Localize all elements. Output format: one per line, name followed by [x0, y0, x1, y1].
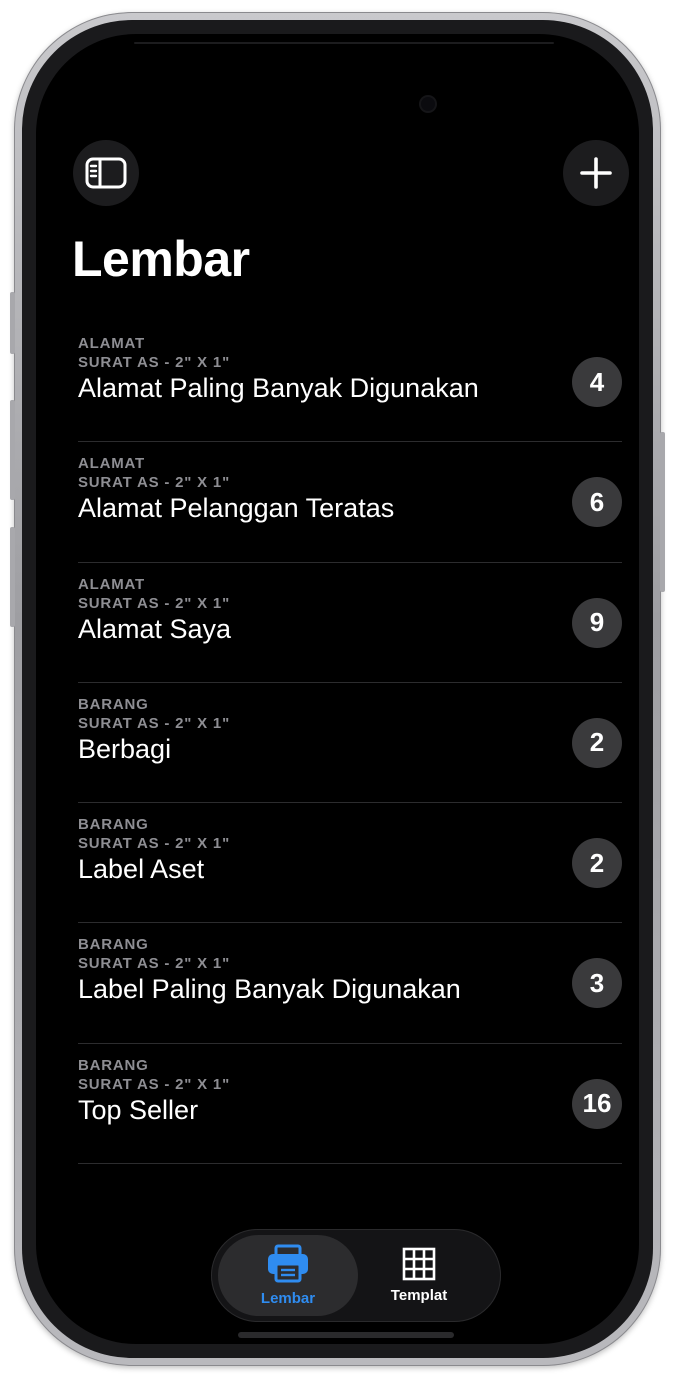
sheet-size: SURAT AS - 2" X 1"	[78, 594, 230, 612]
sheet-count-badge: 6	[572, 477, 622, 528]
action-button	[10, 292, 15, 354]
sheet-name: Berbagi	[78, 733, 172, 764]
sheet-count-badge: 9	[572, 597, 622, 648]
sheet-list: ALAMAT SURAT AS - 2" X 1" Alamat Paling Ba…	[78, 322, 622, 1165]
sheet-name: Alamat Pelanggan Teratas	[78, 493, 395, 524]
sheet-count-badge: 4	[572, 357, 622, 407]
phone-frame: Lembar ALAMAT SURAT AS - 2" X 1" Alamat Pa…	[10, 12, 665, 1366]
sheet-category: ALAMAT	[78, 455, 146, 473]
tab-label: Lembar	[260, 1290, 316, 1307]
sheet-name: Alamat Saya	[78, 613, 232, 644]
volume-up-button	[10, 400, 15, 500]
sheet-count-badge: 2	[572, 838, 622, 889]
sheet-name: Label Paling Banyak Digunakan	[78, 974, 461, 1005]
sheet-size: SURAT AS - 2" X 1"	[78, 835, 230, 853]
sheet-row[interactable]: BARANG SURAT AS - 2" X 1" Label Aset 2	[78, 803, 622, 924]
power-button	[660, 432, 665, 592]
bezel: Lembar ALAMAT SURAT AS - 2" X 1" Alamat Pa…	[22, 20, 653, 1358]
tab-templat[interactable]: Templat	[349, 1235, 489, 1316]
sheet-category: ALAMAT	[78, 575, 146, 593]
page-title: Lembar	[72, 231, 250, 287]
sheet-row[interactable]: BARANG SURAT AS - 2" X 1" Berbagi 2	[78, 683, 622, 804]
tab-bar: Lembar Templat	[211, 1229, 501, 1322]
grid-icon	[402, 1247, 436, 1281]
sheet-size: SURAT AS - 2" X 1"	[78, 354, 230, 371]
sidebar-toggle-button[interactable]	[73, 140, 139, 206]
sidebar-icon	[85, 157, 127, 189]
sheet-size: SURAT AS - 2" X 1"	[78, 955, 230, 973]
sheet-size: SURAT AS - 2" X 1"	[78, 714, 230, 732]
sheet-size: SURAT AS - 2" X 1"	[78, 474, 230, 492]
sheet-row[interactable]: ALAMAT SURAT AS - 2" X 1" Alamat Saya 9	[78, 563, 622, 683]
sheet-row[interactable]: BARANG SURAT AS - 2" X 1" Top Seller 16	[78, 1044, 622, 1165]
sheet-category: BARANG	[78, 816, 149, 834]
front-camera	[421, 97, 435, 111]
sheet-category: BARANG	[78, 936, 149, 954]
sheet-category: BARANG	[78, 1056, 149, 1074]
tab-label: Templat	[390, 1287, 448, 1304]
sheet-count-badge: 2	[572, 717, 622, 768]
sheet-category: BARANG	[78, 695, 149, 713]
add-button[interactable]	[563, 140, 629, 206]
sheet-name: Alamat Paling Banyak Digunakan	[78, 373, 479, 403]
tab-lembar[interactable]: Lembar	[218, 1235, 358, 1316]
sheet-count-badge: 16	[572, 1078, 622, 1129]
sheet-row[interactable]: ALAMAT SURAT AS - 2" X 1" Alamat Pelanggan…	[78, 442, 622, 563]
screen-edge-top	[134, 42, 554, 44]
sheet-category: ALAMAT	[78, 335, 146, 352]
sheet-row[interactable]: BARANG SURAT AS - 2" X 1" Label Paling Ban…	[78, 923, 622, 1044]
volume-down-button	[10, 527, 15, 627]
sheet-row[interactable]: ALAMAT SURAT AS - 2" X 1" Alamat Paling Ba…	[78, 322, 622, 443]
home-indicator	[238, 1332, 454, 1338]
screen: Lembar ALAMAT SURAT AS - 2" X 1" Alamat Pa…	[36, 34, 639, 1344]
sheet-size: SURAT AS - 2" X 1"	[78, 1075, 230, 1093]
plus-icon	[580, 157, 612, 189]
sheet-name: Label Aset	[78, 854, 205, 885]
sheet-count-badge: 3	[572, 958, 622, 1009]
sheet-name: Top Seller	[78, 1094, 199, 1125]
printer-icon	[268, 1244, 308, 1283]
